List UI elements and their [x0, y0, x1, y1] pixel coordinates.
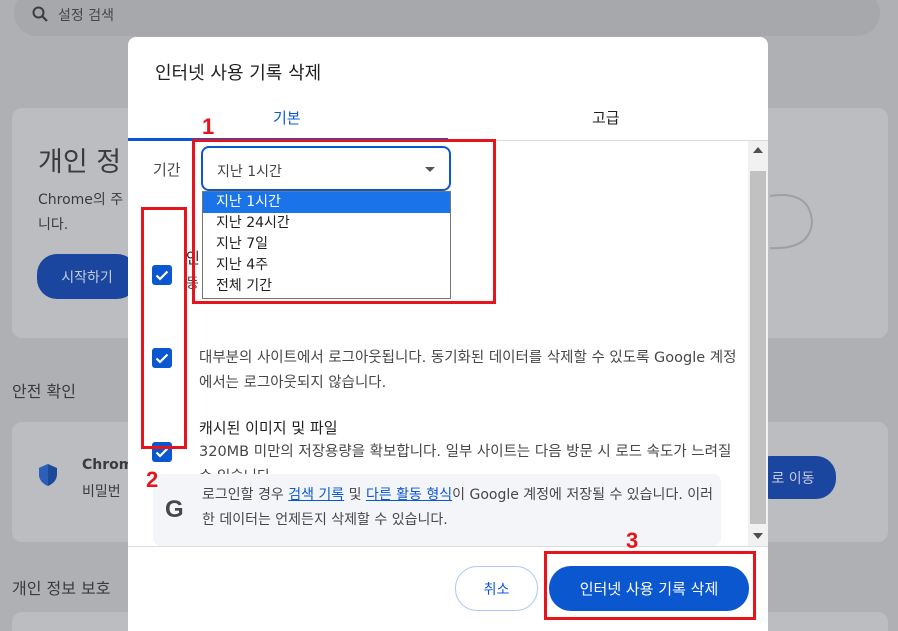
other-activity-link[interactable]: 다른 활동 형식: [366, 487, 452, 503]
annotation-number-2: 2: [146, 467, 159, 492]
safety-item-desc: 비밀번: [82, 484, 121, 500]
annotation-number-1: 1: [202, 114, 215, 139]
cookies-desc: 대부분의 사이트에서 로그아웃됩니다. 동기화된 데이터를 삭제할 수 있도록 …: [199, 350, 737, 391]
clear-browsing-data-dialog: 인터넷 사용 기록 삭제 기본 고급 기간 지난 1시간 지난 1시간 지난 2…: [128, 37, 768, 631]
safety-check-heading: 안전 확인: [12, 382, 76, 401]
safety-item-title: Chrom: [82, 457, 134, 473]
info-text: 로그인할 경우 검색 기록 및 다른 활동 형식이 Google 계정에 저장될…: [202, 483, 717, 533]
tab-advanced[interactable]: 고급: [592, 107, 620, 128]
annotation-box-1: [192, 139, 496, 304]
cache-title: 캐시된 이미지 및 파일: [199, 419, 338, 437]
privacy-card-title: 개인 정: [38, 147, 122, 178]
info-text-part: 및: [344, 487, 366, 503]
footer-divider: [128, 546, 768, 547]
search-icon: [32, 6, 48, 22]
privacy-card-desc: Chrome의 주: [38, 192, 124, 208]
illustration-cloud: [770, 194, 814, 250]
settings-search-bar: 설정 검색: [14, 0, 880, 36]
scroll-down-arrow-icon[interactable]: [753, 533, 763, 539]
annotation-box-2: [141, 207, 187, 449]
search-history-link[interactable]: 검색 기록: [288, 487, 344, 503]
scroll-thumb[interactable]: [750, 171, 766, 524]
shield-icon: [39, 464, 57, 486]
google-g-icon: G: [165, 496, 184, 523]
privacy-card-desc-2: 니다.: [38, 217, 69, 233]
search-placeholder: 설정 검색: [58, 8, 114, 24]
dialog-scrollbar[interactable]: [748, 141, 768, 546]
start-button: 시작하기: [37, 254, 137, 299]
cancel-button[interactable]: 취소: [455, 566, 538, 611]
period-label: 기간: [153, 161, 181, 179]
annotation-box-3: [544, 551, 756, 620]
dialog-title: 인터넷 사용 기록 삭제: [155, 63, 322, 84]
privacy-section-heading: 개인 정보 보호: [12, 579, 111, 598]
scroll-up-arrow-icon[interactable]: [753, 147, 763, 153]
info-text-part: 로그인할 경우: [202, 487, 289, 503]
tab-basic[interactable]: 기본: [273, 107, 301, 128]
